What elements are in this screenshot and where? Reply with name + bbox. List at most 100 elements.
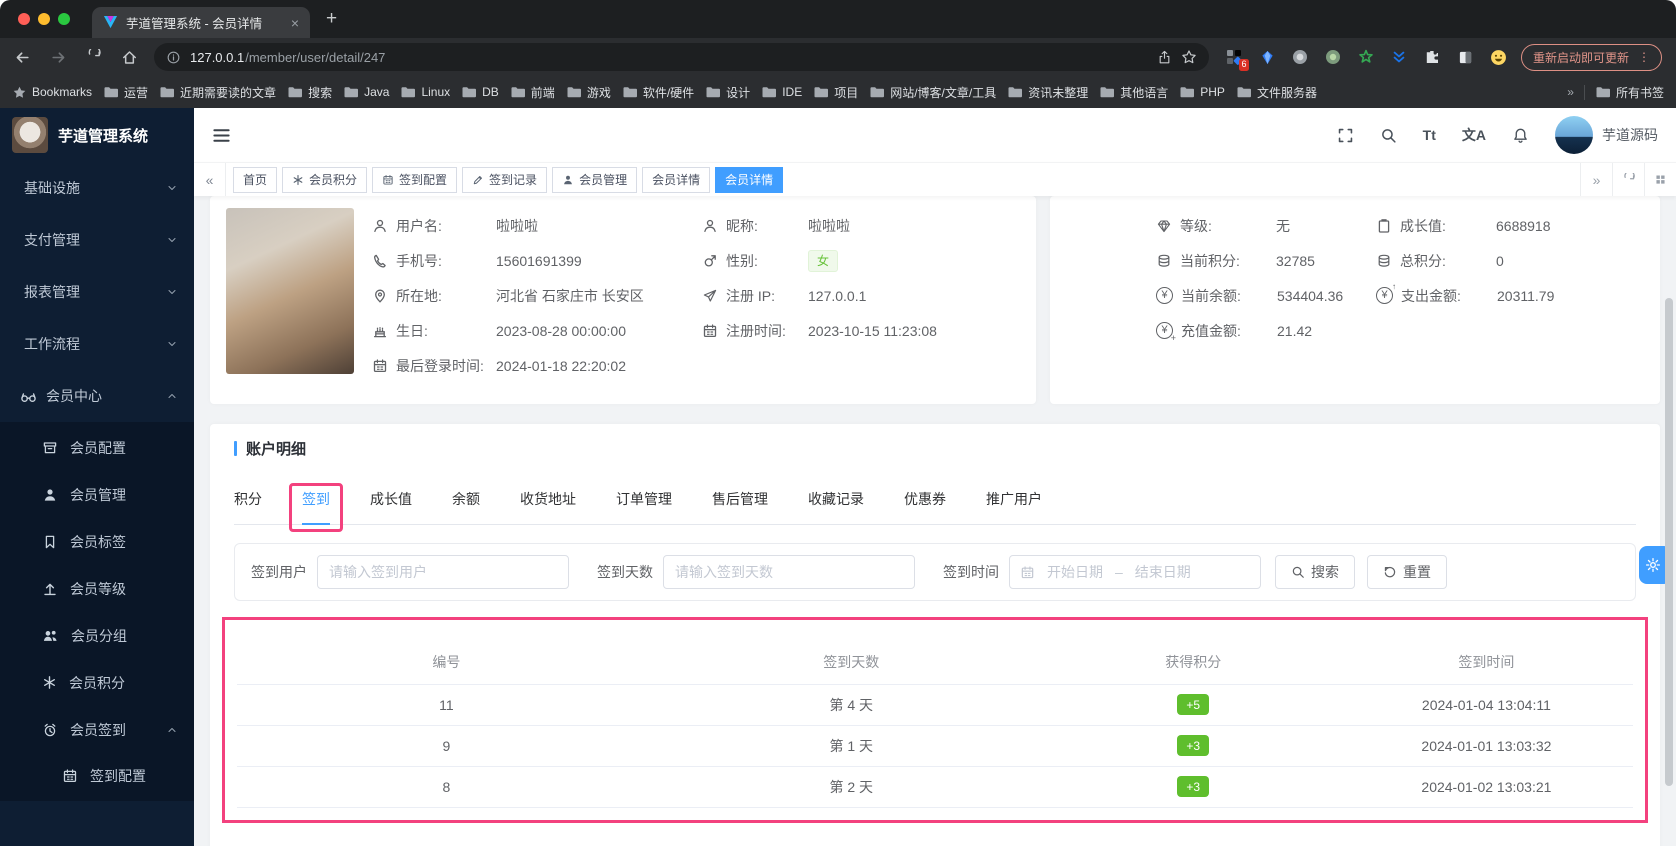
sidebar-item-member-config[interactable]: 会员配置 bbox=[0, 424, 194, 471]
bookmarks-manager[interactable]: Bookmarks bbox=[12, 85, 92, 100]
tab-aftersale[interactable]: 售后管理 bbox=[712, 489, 768, 524]
signin-time-label: 签到时间 bbox=[943, 564, 999, 580]
sidebar-item-member-tags[interactable]: 会员标签 bbox=[0, 518, 194, 565]
minimize-window-button[interactable] bbox=[38, 13, 50, 25]
tab-address[interactable]: 收货地址 bbox=[520, 489, 576, 524]
tab-orders[interactable]: 订单管理 bbox=[616, 489, 672, 524]
browser-menu-icon[interactable]: ⋮ bbox=[1638, 50, 1650, 64]
extension-chevrons-blue-icon[interactable] bbox=[1390, 48, 1409, 67]
zoom-window-button[interactable] bbox=[58, 13, 70, 25]
bell-icon[interactable] bbox=[1512, 127, 1529, 144]
extension-sphere-green-icon[interactable] bbox=[1324, 48, 1343, 67]
bookmark-folder[interactable]: 运营 bbox=[103, 84, 148, 101]
bookmark-folder[interactable]: 资讯未整理 bbox=[1007, 84, 1088, 101]
bookmark-folder[interactable]: 文件服务器 bbox=[1236, 84, 1317, 101]
bookmark-folder[interactable]: Linux bbox=[400, 84, 450, 100]
back-icon[interactable] bbox=[14, 49, 31, 66]
new-tab-button[interactable]: + bbox=[326, 0, 337, 38]
bookmark-folder[interactable]: 近期需要读的文章 bbox=[159, 84, 276, 101]
tags-refresh-icon[interactable] bbox=[1612, 163, 1644, 196]
sidebar-item-member-groups[interactable]: 会员分组 bbox=[0, 612, 194, 659]
bookmark-folder[interactable]: 前端 bbox=[510, 84, 555, 101]
tag-signin-config[interactable]: 签到配置 bbox=[372, 166, 458, 193]
share-icon[interactable] bbox=[1157, 50, 1172, 65]
fullscreen-icon[interactable] bbox=[1337, 127, 1354, 144]
site-info-icon[interactable] bbox=[166, 50, 181, 65]
sidebar-item-member-signin[interactable]: 会员签到 bbox=[0, 706, 194, 753]
tab-close-icon[interactable]: × bbox=[291, 15, 299, 31]
app-logo-row[interactable]: 芋道管理系统 bbox=[0, 108, 194, 162]
all-bookmarks[interactable]: 所有书签 bbox=[1595, 84, 1664, 101]
extension-grid-icon[interactable]: 6 bbox=[1225, 48, 1249, 71]
bookmark-folder[interactable]: Java bbox=[343, 84, 389, 100]
search-button[interactable]: 搜索 bbox=[1275, 555, 1355, 589]
bookmark-folder[interactable]: 项目 bbox=[813, 84, 858, 101]
reset-button[interactable]: 重置 bbox=[1367, 555, 1447, 589]
extension-gem-icon[interactable] bbox=[1258, 48, 1277, 67]
tab-coupons[interactable]: 优惠券 bbox=[904, 489, 946, 524]
sidebar-item-workflow[interactable]: 工作流程 bbox=[0, 318, 194, 370]
home-icon[interactable] bbox=[121, 49, 138, 66]
bookmark-folder[interactable]: 其他语言 bbox=[1099, 84, 1168, 101]
extension-sphere-gray-icon[interactable] bbox=[1291, 48, 1310, 67]
tag-home[interactable]: 首页 bbox=[233, 166, 278, 193]
translate-icon[interactable]: 文A bbox=[1462, 125, 1486, 145]
sidebar-item-infrastructure[interactable]: 基础设施 bbox=[0, 162, 194, 214]
browser-tab[interactable]: 芋道管理系统 - 会员详情 × bbox=[92, 7, 310, 38]
bookmark-folder[interactable]: 设计 bbox=[705, 84, 750, 101]
font-size-icon[interactable]: Tt bbox=[1423, 127, 1436, 143]
table-row[interactable]: 11 第 4 天 +5 2024-01-04 13:04:11 bbox=[237, 684, 1633, 726]
sidebar-item-member-manage[interactable]: 会员管理 bbox=[0, 471, 194, 518]
table-row[interactable]: 8 第 2 天 +3 2024-01-02 13:03:21 bbox=[237, 766, 1633, 808]
tag-member-points[interactable]: 会员积分 bbox=[282, 166, 368, 193]
tab-points[interactable]: 积分 bbox=[234, 489, 262, 524]
tags-scroll-right[interactable]: » bbox=[1580, 163, 1612, 196]
tab-referrals[interactable]: 推广用户 bbox=[986, 489, 1042, 524]
date-range-picker[interactable]: 开始日期 – 结束日期 bbox=[1009, 555, 1261, 589]
bookmarks-overflow-chevron[interactable]: » bbox=[1567, 85, 1574, 99]
calendar-icon bbox=[1020, 565, 1035, 580]
bookmark-star-icon[interactable] bbox=[1181, 49, 1197, 65]
bookmark-folder[interactable]: 网站/博客/文章/工具 bbox=[869, 84, 996, 101]
sidebar-item-member-points[interactable]: 会员积分 bbox=[0, 659, 194, 706]
tab-growth[interactable]: 成长值 bbox=[370, 489, 412, 524]
tag-signin-records[interactable]: 签到记录 bbox=[462, 166, 548, 193]
extension-puzzle-icon[interactable] bbox=[1423, 48, 1442, 67]
sidebar-item-signin-config[interactable]: 签到配置 bbox=[0, 753, 194, 799]
tags-scroll-left[interactable]: « bbox=[194, 163, 226, 196]
forward-icon[interactable] bbox=[50, 49, 67, 66]
tag-member-manage[interactable]: 会员管理 bbox=[552, 166, 638, 193]
close-window-button[interactable] bbox=[18, 13, 30, 25]
theme-settings-button[interactable] bbox=[1639, 546, 1666, 584]
page-scrollbar[interactable] bbox=[1665, 298, 1673, 786]
section-title: 账户明细 bbox=[246, 441, 307, 458]
tab-favorites[interactable]: 收藏记录 bbox=[808, 489, 864, 524]
bookmark-folder[interactable]: IDE bbox=[761, 84, 802, 100]
sidebar-item-member-center[interactable]: 会员中心 bbox=[0, 370, 194, 422]
search-icon[interactable] bbox=[1380, 127, 1397, 144]
address-bar[interactable]: 127.0.0.1/member/user/detail/247 bbox=[154, 43, 1209, 71]
tags-layout-icon[interactable] bbox=[1644, 163, 1676, 196]
bookmark-folder[interactable]: PHP bbox=[1179, 84, 1225, 100]
extension-reader-icon[interactable] bbox=[1456, 48, 1475, 67]
bookmark-folder[interactable]: 搜索 bbox=[287, 84, 332, 101]
tab-balance[interactable]: 余额 bbox=[452, 489, 480, 524]
tab-signin[interactable]: 签到 bbox=[289, 483, 343, 532]
signin-days-input[interactable] bbox=[663, 555, 915, 589]
hamburger-icon[interactable] bbox=[212, 126, 231, 145]
bookmark-folder[interactable]: 游戏 bbox=[566, 84, 611, 101]
extension-emoji-icon[interactable] bbox=[1489, 48, 1508, 67]
signin-user-input[interactable] bbox=[317, 555, 569, 589]
sidebar-item-member-level[interactable]: 会员等级 bbox=[0, 565, 194, 612]
table-row[interactable]: 9 第 1 天 +3 2024-01-01 13:03:32 bbox=[237, 725, 1633, 767]
sidebar-item-reports[interactable]: 报表管理 bbox=[0, 266, 194, 318]
browser-update-button[interactable]: 重新启动即可更新 ⋮ bbox=[1520, 43, 1662, 71]
extension-star-green-icon[interactable] bbox=[1357, 48, 1376, 67]
user-menu[interactable]: 芋道源码 bbox=[1555, 116, 1658, 154]
sidebar-item-payment[interactable]: 支付管理 bbox=[0, 214, 194, 266]
tag-member-detail[interactable]: 会员详情 bbox=[642, 166, 711, 193]
tag-member-detail-active[interactable]: 会员详情 bbox=[715, 166, 784, 193]
reload-icon[interactable] bbox=[86, 49, 102, 65]
bookmark-folder[interactable]: DB bbox=[461, 84, 499, 100]
bookmark-folder[interactable]: 软件/硬件 bbox=[622, 84, 694, 101]
